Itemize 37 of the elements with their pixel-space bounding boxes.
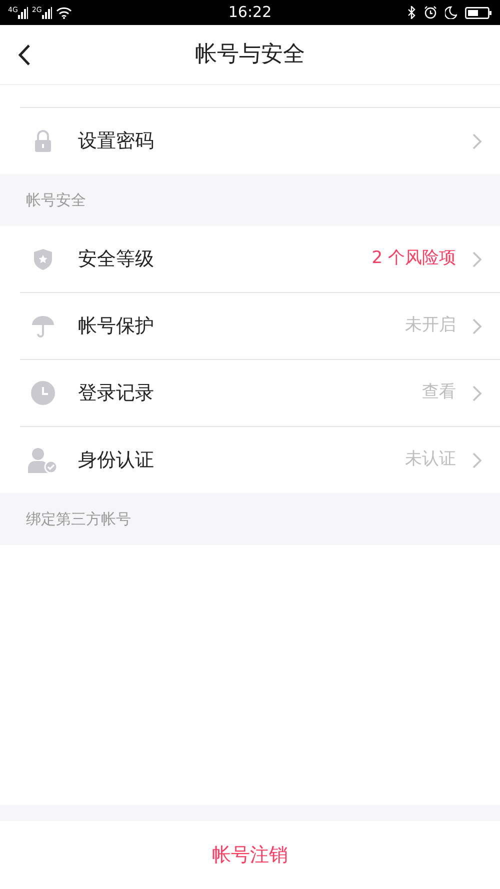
settings-row[interactable]: 身份认证 未认证 bbox=[0, 427, 500, 493]
lock-icon bbox=[34, 130, 52, 152]
settings-row[interactable]: 设置密码 bbox=[0, 108, 500, 174]
settings-row[interactable]: 登录记录 查看 bbox=[0, 360, 500, 426]
chevron-right-icon bbox=[472, 452, 482, 468]
signal-icon bbox=[18, 6, 28, 18]
chevron-right-icon bbox=[472, 384, 482, 402]
chevron-right-icon bbox=[472, 250, 482, 268]
row-label: 身份认证 bbox=[78, 448, 154, 473]
page-title: 帐号与安全 bbox=[195, 41, 305, 69]
signal-icon bbox=[42, 6, 52, 18]
row-value: 查看 bbox=[422, 381, 456, 404]
umbrella-icon bbox=[31, 314, 55, 338]
row-label: 登录记录 bbox=[78, 380, 154, 406]
settings-row[interactable]: 安全等级 2 个风险项 bbox=[0, 226, 500, 292]
bluetooth-icon bbox=[408, 6, 416, 19]
clock-icon bbox=[31, 381, 55, 405]
row-value: 未认证 bbox=[405, 448, 456, 472]
alarm-icon bbox=[424, 6, 437, 19]
back-icon bbox=[18, 44, 31, 66]
row-label: 帐号保护 bbox=[78, 314, 154, 339]
chevron-right-icon bbox=[472, 132, 482, 150]
section-header: 绑定第三方帐号 bbox=[26, 508, 131, 530]
settings-row[interactable]: 帐号保护 未开启 bbox=[0, 293, 500, 359]
row-label: 设置密码 bbox=[78, 128, 154, 154]
row-label: 安全等级 bbox=[78, 246, 154, 272]
user-verified-icon bbox=[28, 447, 58, 473]
deactivate-account-button[interactable]: 帐号注销 bbox=[204, 836, 296, 874]
chevron-right-icon bbox=[472, 318, 482, 334]
wifi-icon bbox=[56, 6, 72, 18]
section-header: 帐号安全 bbox=[26, 190, 86, 211]
row-value: 未开启 bbox=[405, 314, 456, 338]
shield-icon bbox=[33, 248, 53, 270]
row-value: 2 个风险项 bbox=[372, 247, 456, 270]
battery-icon bbox=[465, 6, 492, 18]
moon-icon bbox=[445, 6, 457, 19]
status-time: 16:22 bbox=[228, 2, 272, 24]
